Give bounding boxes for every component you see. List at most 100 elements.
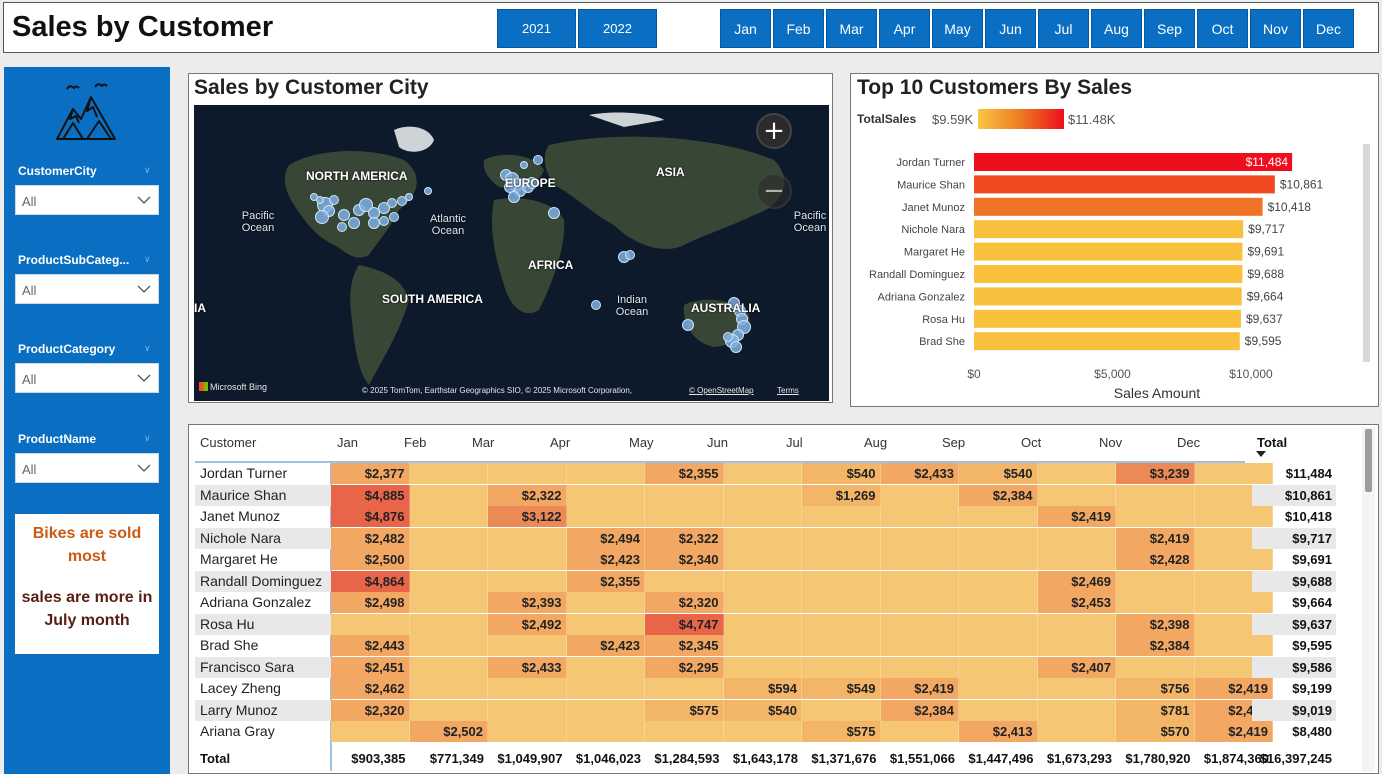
matrix-row-customer[interactable]: Ariana Gray [195, 721, 331, 742]
matrix-cell[interactable]: $570 [1116, 721, 1195, 742]
matrix-row-customer[interactable]: Janet Munoz [195, 506, 331, 527]
matrix-cell[interactable] [880, 527, 959, 549]
matrix-header-nov[interactable]: Nov [1099, 435, 1122, 450]
matrix-cell[interactable] [488, 570, 567, 592]
matrix-row-customer[interactable]: Francisco Sara [195, 656, 331, 678]
matrix-cell[interactable] [880, 721, 959, 742]
bar-jordan-turner[interactable] [974, 153, 1293, 171]
bar-margaret-he[interactable] [974, 242, 1243, 261]
matrix-cell[interactable] [959, 635, 1038, 656]
city-bubble[interactable] [424, 187, 432, 195]
matrix-cell[interactable] [959, 570, 1038, 592]
matrix-cell[interactable] [959, 592, 1038, 613]
bar-adriana-gonzalez[interactable] [974, 287, 1242, 306]
year-button-2022[interactable]: 2022 [578, 9, 657, 48]
matrix-row-customer[interactable]: Randall Dominguez [195, 570, 331, 592]
matrix-cell[interactable]: $2,498 [331, 592, 410, 613]
matrix-cell[interactable] [566, 656, 645, 678]
matrix-cell[interactable]: $1,269 [802, 484, 881, 506]
matrix-cell[interactable] [488, 721, 567, 742]
matrix-cell[interactable] [880, 570, 959, 592]
month-button-jul[interactable]: Jul [1038, 9, 1089, 48]
matrix-cell[interactable]: $2,413 [959, 721, 1038, 742]
month-button-apr[interactable]: Apr [879, 9, 930, 48]
matrix-cell[interactable] [723, 463, 802, 484]
matrix-cell[interactable]: $2,320 [645, 592, 724, 613]
filter-collapse-icon[interactable]: ∨ [144, 255, 151, 265]
month-button-oct[interactable]: Oct [1197, 9, 1248, 48]
matrix-cell[interactable] [1037, 484, 1116, 506]
matrix-cell[interactable] [723, 721, 802, 742]
city-bubble[interactable] [387, 198, 397, 208]
matrix-cell[interactable] [566, 484, 645, 506]
matrix-cell[interactable]: $2,469 [1037, 570, 1116, 592]
matrix-cell[interactable] [959, 506, 1038, 527]
city-bubble[interactable] [315, 210, 329, 224]
matrix-cell[interactable]: $2,419 [1037, 506, 1116, 527]
city-bubble[interactable] [348, 217, 360, 229]
matrix-cell[interactable]: $4,747 [645, 613, 724, 635]
month-button-jan[interactable]: Jan [720, 9, 771, 48]
city-bubble[interactable] [379, 216, 389, 226]
matrix-cell[interactable] [1116, 506, 1195, 527]
matrix-cell[interactable] [802, 635, 881, 656]
city-bubble[interactable] [723, 332, 733, 342]
matrix-row-customer[interactable]: Lacey Zheng [195, 678, 331, 699]
month-button-mar[interactable]: Mar [826, 9, 877, 48]
matrix-cell[interactable]: $4,876 [331, 506, 410, 527]
month-button-sep[interactable]: Sep [1144, 9, 1195, 48]
matrix-cell[interactable] [880, 592, 959, 613]
matrix-cell[interactable]: $4,885 [331, 484, 410, 506]
matrix-cell[interactable]: $2,322 [645, 527, 724, 549]
matrix-cell[interactable]: $540 [959, 463, 1038, 484]
matrix-header-apr[interactable]: Apr [550, 435, 570, 450]
matrix-cell[interactable] [566, 613, 645, 635]
matrix-cell[interactable]: $540 [723, 699, 802, 721]
matrix-cell[interactable] [1116, 484, 1195, 506]
matrix-cell[interactable]: $594 [723, 678, 802, 699]
zoom-in-button[interactable]: + [756, 113, 792, 149]
terms-link[interactable]: Terms [777, 386, 799, 395]
matrix-cell[interactable] [1037, 549, 1116, 570]
city-bubble[interactable] [548, 207, 560, 219]
matrix-cell[interactable]: $4,864 [331, 570, 410, 592]
matrix-cell[interactable] [959, 549, 1038, 570]
city-bubble[interactable] [591, 300, 601, 310]
matrix-cell[interactable] [409, 635, 488, 656]
bar-nichole-nara[interactable] [974, 220, 1244, 239]
matrix-cell[interactable] [331, 721, 410, 742]
matrix-cell[interactable]: $2,407 [1037, 656, 1116, 678]
matrix-cell[interactable] [802, 549, 881, 570]
matrix-header-oct[interactable]: Oct [1021, 435, 1041, 450]
zoom-out-button[interactable]: − [756, 173, 792, 209]
matrix-header-dec[interactable]: Dec [1177, 435, 1200, 450]
month-button-dec[interactable]: Dec [1303, 9, 1354, 48]
matrix-cell[interactable] [409, 592, 488, 613]
matrix-cell[interactable]: $2,320 [331, 699, 410, 721]
matrix-header-mar[interactable]: Mar [472, 435, 494, 450]
city-bubble[interactable] [520, 161, 528, 169]
matrix-cell[interactable]: $3,239 [1116, 463, 1195, 484]
matrix-cell[interactable] [880, 656, 959, 678]
matrix-cell[interactable]: $2,482 [331, 527, 410, 549]
matrix-cell[interactable]: $540 [802, 463, 881, 484]
matrix-cell[interactable]: $2,492 [488, 613, 567, 635]
matrix-cell[interactable] [488, 635, 567, 656]
matrix-header-sep[interactable]: Sep [942, 435, 965, 450]
osm-link[interactable]: © OpenStreetMap [689, 386, 754, 395]
matrix-cell[interactable] [802, 613, 881, 635]
matrix-cell[interactable] [1037, 721, 1116, 742]
matrix-row-customer[interactable]: Adriana Gonzalez [195, 592, 331, 613]
matrix-cell[interactable]: $2,355 [645, 463, 724, 484]
matrix-cell[interactable] [566, 592, 645, 613]
matrix-cell[interactable] [880, 506, 959, 527]
matrix-cell[interactable] [645, 678, 724, 699]
matrix-cell[interactable]: $2,295 [645, 656, 724, 678]
matrix-cell[interactable]: $2,393 [488, 592, 567, 613]
matrix-cell[interactable] [1037, 635, 1116, 656]
matrix-cell[interactable]: $2,384 [959, 484, 1038, 506]
matrix-row-customer[interactable]: Rosa Hu [195, 613, 331, 635]
matrix-cell[interactable] [566, 721, 645, 742]
matrix-cell[interactable] [1116, 592, 1195, 613]
filter-collapse-icon[interactable]: ∨ [144, 434, 151, 444]
